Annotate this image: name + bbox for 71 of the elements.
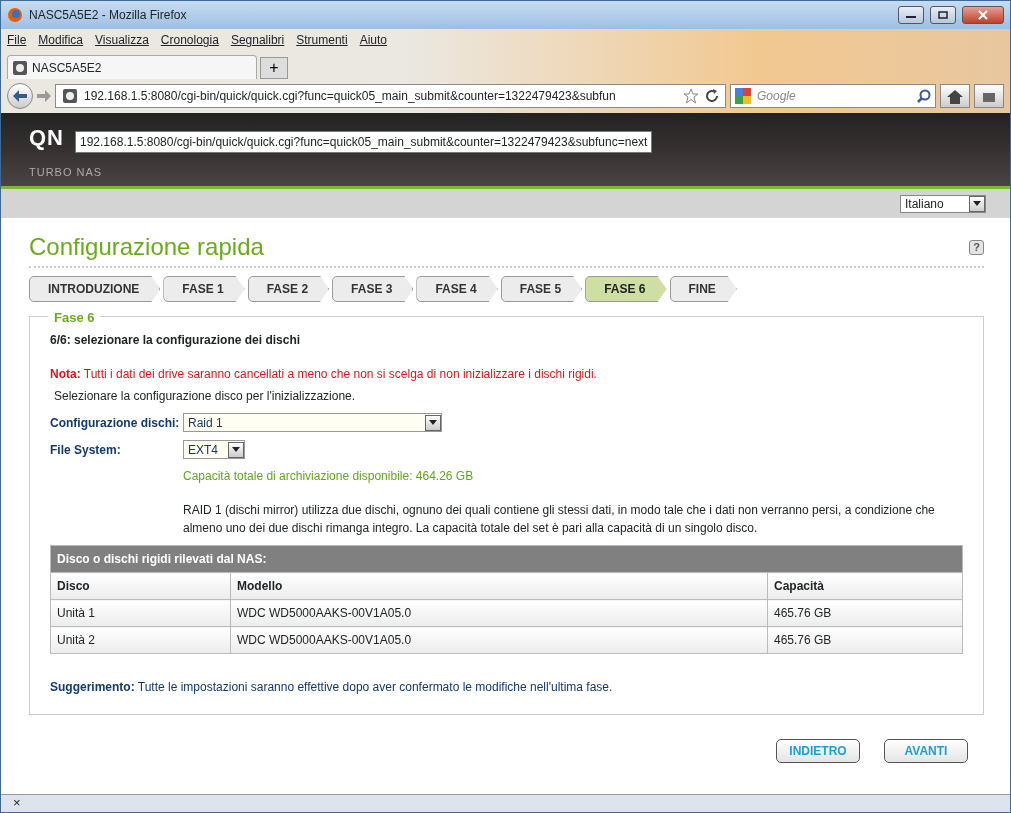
menu-item[interactable]: File [7,31,27,49]
back-arrow-icon [13,90,27,102]
caret-icon [232,447,240,452]
capacity-text: Capacità totale di archiviazione disponibile: 464.26 GB [183,468,475,485]
bookmark-star-icon[interactable] [683,88,699,104]
select-field[interactable]: Raid 1 [183,413,442,432]
instruction-text: Selezionare la configurazione disco per l'inizializzazione. [54,388,357,405]
back-button[interactable] [7,83,33,109]
select-value: Italiano [905,195,945,213]
column-header: Modello [230,572,768,600]
menu-item[interactable]: Visualizza [95,31,149,49]
window-title: NASC5A5E2 - Mozilla Firefox [29,7,188,24]
hint-text: Suggerimento: Tutte le impostazioni saranno effettive dopo aver confermato le modifiche nell'ultima fase. [50,679,614,696]
minimize-button[interactable] [898,6,924,24]
product-subtitle: TURBO NAS [29,165,104,180]
field-label: Configurazione dischi: [50,414,181,432]
table-cell: Unità 1 [50,599,231,627]
close-addon-bar-button[interactable]: × [13,795,21,810]
language-select[interactable]: Italiano [900,194,986,213]
step-tab[interactable]: FASE 2 [247,276,330,302]
menu-item[interactable]: Segnalibri [230,31,285,49]
select-value: Raid 1 [188,414,223,432]
search-engine-icon [735,88,753,104]
logo-text: QN [29,127,64,149]
tab-title: NASC5A5E2 [32,59,102,77]
step-tab[interactable]: INTRODUZIONE [29,276,161,302]
addon-button[interactable] [974,84,1004,108]
close-button[interactable] [962,6,1004,24]
table-cell: Unità 2 [50,626,231,654]
menu-item[interactable]: Aiuto [359,31,387,49]
url-text: 192.168.1.5:8080/cgi-bin/quick/quick.cgi?func=quick05_main_submit&counter=1322479423&subfun [84,88,617,105]
step-tab[interactable]: FASE 5 [500,276,583,302]
step-tab[interactable]: FASE 3 [332,276,414,302]
caret-icon [429,420,437,425]
browser-tab[interactable]: NASC5A5E2 [7,55,257,79]
reload-icon[interactable] [705,89,719,103]
address-field[interactable]: 192.168.1.5:8080/cgi-bin/quick/quick.cgi?func=quick05_main_submit&counter=1322479423&subfun [55,84,726,108]
search-icon[interactable] [917,89,931,103]
maximize-button[interactable] [930,6,956,24]
warning-note: Nota: Tutti i dati dei drive saranno cancellati a meno che non si scelga di non inizializzare i dischi rigidi. [50,366,598,383]
field-label: File System: [50,441,122,459]
new-tab-button[interactable]: + [260,57,288,79]
column-header: Disco [50,572,231,600]
link-tooltip: 192.168.1.5:8080/cgi-bin/quick/quick.cgi?func=quick05_main_submit&counter=1322479423&subfunc=next [75,131,653,153]
close-icon [978,10,988,21]
table-cell: WDC WD5000AAKS-00V1A05.0 [230,599,768,627]
table-cell: 465.76 GB [767,626,963,654]
table-cell: 465.76 GB [767,599,963,627]
search-placeholder: Google [757,88,797,105]
select-value: EXT4 [188,441,218,459]
menu-item[interactable]: Modifica [38,31,84,49]
step-tab[interactable]: FINE [669,276,737,302]
caret-icon [973,201,981,206]
step-tab[interactable]: FASE 1 [163,276,245,302]
menu-item[interactable]: Strumenti [296,31,348,49]
description-text: RAID 1 (dischi mirror) utilizza due dischi, ognuno dei quali contiene gli stessi dati, in modo tale che i dati non verranno persi, a condizione che almeno uno dei due dischi rimanga integro. La capacità totale del set è pari alla capacità di un singolo disco. [183,502,936,537]
select-field[interactable]: EXT4 [183,440,245,459]
page-title: Configurazione rapida [29,232,264,262]
column-header: Capacità [767,572,963,600]
home-button[interactable] [940,84,970,108]
table-cell: WDC WD5000AAKS-00V1A05.0 [230,626,768,654]
help-button[interactable]: ? [969,239,984,255]
search-field[interactable]: Google [730,84,936,108]
home-icon [947,89,963,104]
step-tab[interactable]: FASE 6 [585,276,667,302]
menu-item[interactable]: Cronologia [160,31,219,49]
table-caption: Disco o dischi rigidi rilevati dal NAS: [50,545,963,573]
section-heading: 6/6: selezionare la configurazione dei dischi [50,332,302,349]
browser-logo-icon [7,7,23,23]
maximize-icon [938,11,948,20]
step-tab[interactable]: FASE 4 [416,276,498,302]
